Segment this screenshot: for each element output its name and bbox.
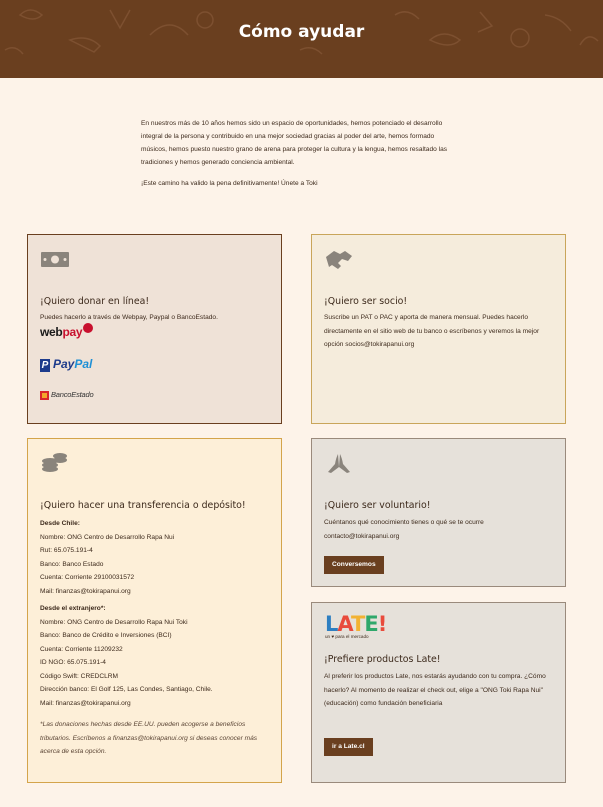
paypal-logo[interactable]: P PayPal (40, 357, 92, 372)
transfer-ext-heading: Desde el extranjero*: (40, 605, 106, 612)
late-text: Al preferir los productos Late, nos esta… (324, 673, 546, 707)
webpay-logo-web: web (40, 325, 63, 339)
late-title: ¡Prefiere productos Late! (324, 654, 441, 665)
bancoestado-mark (40, 390, 49, 400)
late-link-button[interactable]: ir a Late.cl (324, 738, 373, 756)
webpay-logo[interactable]: webpay (40, 323, 94, 339)
late-logo-letter: E (364, 612, 378, 636)
paypal-logo-pal: Pal (74, 357, 93, 371)
conversemos-button[interactable]: Conversemos (324, 556, 384, 574)
transfer-chile-heading: Desde Chile: (40, 520, 80, 527)
intro-paragraph-cta: ¡Este camino ha valido la pena definitiv… (141, 180, 318, 187)
transfer-note: *Las donaciones hechas desde EE.UU. pued… (40, 721, 258, 755)
money-icon (41, 252, 69, 267)
webpay-logo-pay: pay (62, 325, 83, 339)
intro-paragraph: En nuestros más de 10 años hemos sido un… (141, 120, 448, 166)
late-logo-letter: T (351, 612, 365, 636)
late-logo-letter: A (337, 612, 352, 636)
donate-online-title: ¡Quiero donar en línea! (40, 296, 150, 307)
member-text: Suscribe un PAT o PAC y aporta de manera… (324, 314, 540, 348)
transfer-chile-line: Banco: Banco Estado (40, 560, 104, 568)
page-title: Cómo ayudar (238, 22, 365, 42)
member-title: ¡Quiero ser socio! (324, 296, 408, 307)
late-logo-letter: ! (377, 612, 388, 636)
late-logo-letter: L (325, 612, 338, 636)
transfer-ext-line: Cuenta: Corriente 11209232 (40, 645, 123, 653)
webpay-plus-badge (83, 323, 94, 333)
donate-online-card: ¡Quiero donar en línea! Puedes hacerlo a… (27, 234, 282, 424)
transfer-ext-line: Código Swift: CREDCLRM (40, 672, 119, 680)
bancoestado-logo[interactable]: BancoEstado (40, 390, 94, 400)
volunteer-text: Cuéntanos qué conocimiento tienes o qué … (324, 519, 484, 540)
late-logo: LATE! un ♥ para el mercado (325, 612, 388, 639)
praying-hands-icon (328, 454, 350, 473)
intro-text: En nuestros más de 10 años hemos sido un… (141, 117, 457, 198)
paypal-mark: P (40, 359, 50, 372)
transfer-chile-line: Mail: finanzas@tokirapanui.org (40, 587, 131, 595)
transfer-details: Desde Chile: Nombre: ONG Centro de Desar… (40, 517, 272, 759)
donate-online-text: Puedes hacerlo a través de Webpay, Paypa… (40, 314, 218, 321)
transfer-title: ¡Quiero hacer una transferencia o depósi… (40, 500, 246, 511)
transfer-ext-line: Dirección banco: El Golf 125, Las Condes… (40, 686, 213, 693)
transfer-ext-line: Nombre: ONG Centro de Desarrollo Rapa Nu… (40, 618, 188, 626)
bancoestado-logo-text: BancoEstado (51, 390, 94, 399)
transfer-chile-line: Nombre: ONG Centro de Desarrollo Rapa Nu… (40, 533, 175, 541)
transfer-card: ¡Quiero hacer una transferencia o depósi… (27, 438, 282, 783)
torn-paper-edge (0, 66, 603, 77)
volunteer-title: ¡Quiero ser voluntario! (324, 500, 431, 511)
transfer-ext-line: Banco: Banco de Crédito e Inversiones (B… (40, 632, 172, 639)
transfer-chile-line: Rut: 65.075.191-4 (40, 547, 93, 554)
handshake-icon (326, 251, 352, 269)
coins-icon (42, 453, 67, 472)
paypal-logo-pay: Pay (53, 357, 75, 371)
late-card: LATE! un ♥ para el mercado ¡Prefiere pro… (311, 602, 566, 783)
transfer-ext-line: Mail: finanzas@tokirapanui.org (40, 699, 131, 707)
volunteer-card: ¡Quiero ser voluntario! Cuéntanos qué co… (311, 438, 566, 587)
transfer-ext-line: ID NGO: 65.075.191-4 (40, 659, 106, 666)
late-logo-letters: LATE! (325, 612, 388, 636)
member-card: ¡Quiero ser socio! Suscribe un PAT o PAC… (311, 234, 566, 424)
transfer-chile-line: Cuenta: Corriente 29100031572 (40, 574, 135, 581)
